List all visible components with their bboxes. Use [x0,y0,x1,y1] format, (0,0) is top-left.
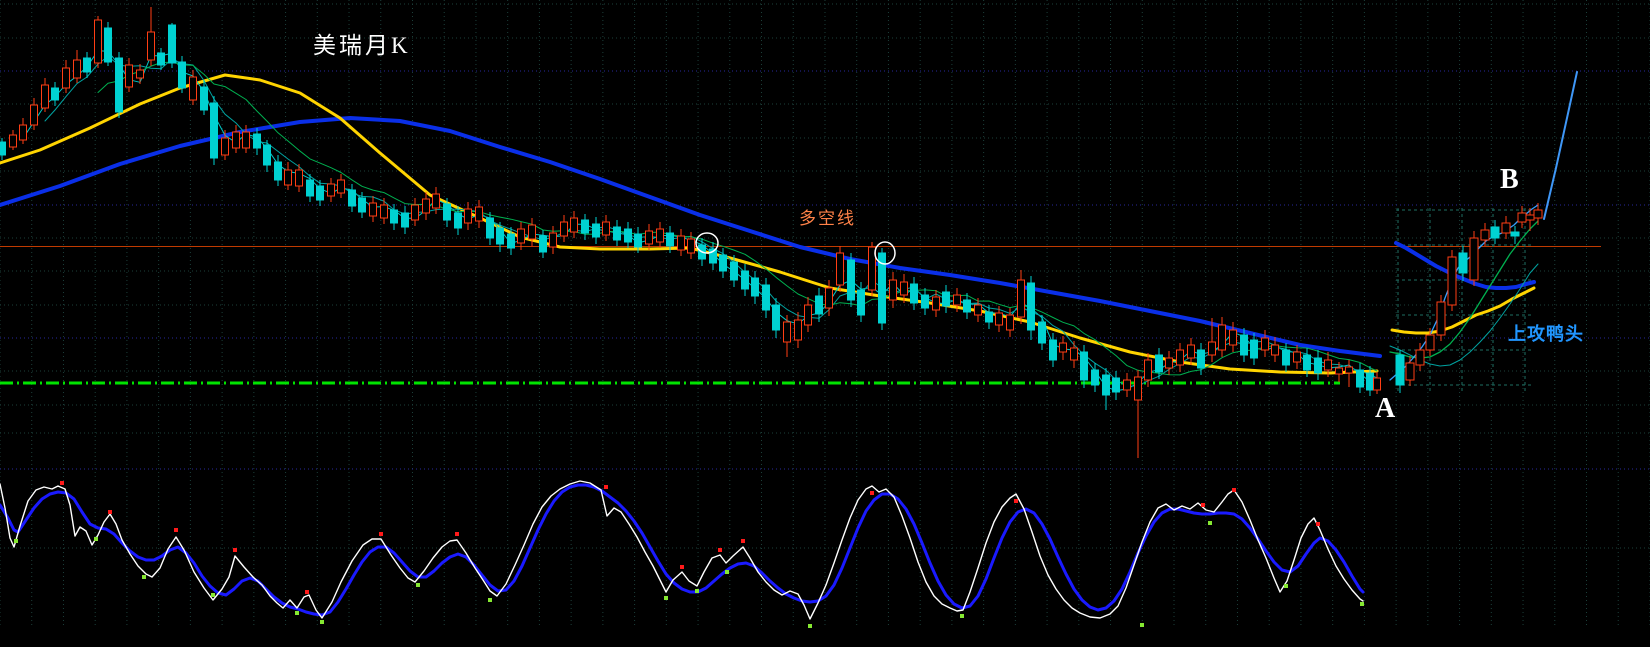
oscillator-pane [0,480,1365,628]
projection-line [1543,71,1578,220]
point-b-label: B [1500,164,1519,195]
point-a-label: A [1375,393,1396,424]
duck-head-label: 上攻鸭头 [1508,324,1584,344]
kline-chart-canvas[interactable] [0,0,1650,647]
inset-moving-averages [1389,204,1539,381]
trading-chart-window: 美瑞月K 多空线 上攻鸭头 B A [0,0,1650,647]
inset-candlestick-series [1395,203,1543,393]
candlestick-series [0,7,1381,458]
chart-title: 美瑞月K [313,33,411,58]
bull-bear-line-label: 多空线 [799,209,856,228]
